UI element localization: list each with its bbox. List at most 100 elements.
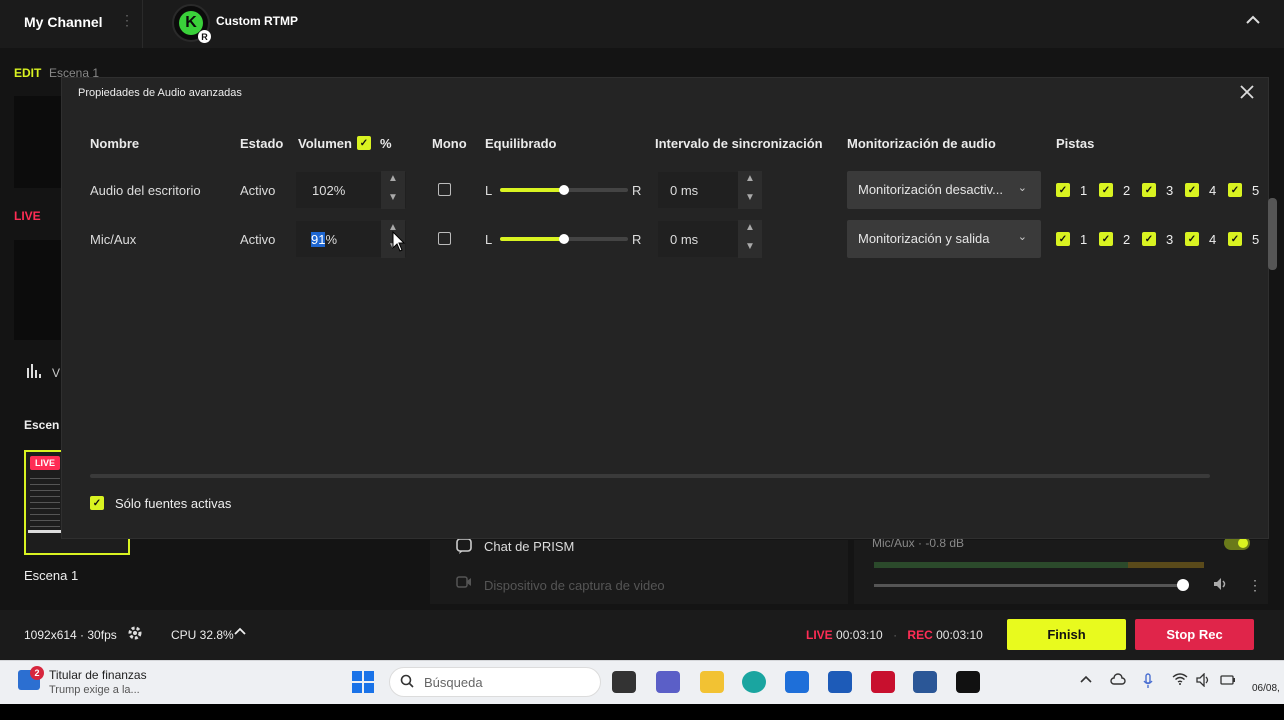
stream-timers: LIVE 00:03:10 · REC 00:03:10 [806,628,983,642]
terminal-app-icon[interactable] [612,671,636,693]
chevron-up-icon[interactable] [234,625,246,640]
spinner-down-icon[interactable]: ▼ [745,192,755,203]
track-label: 1 [1080,183,1088,198]
spinner-up-icon[interactable]: ▲ [745,173,755,184]
clock-date[interactable]: 06/08, [1252,683,1280,694]
header-balance: Equilibrado [485,136,557,151]
word-app-icon[interactable] [913,671,937,693]
track-checkbox[interactable]: ✓ [1142,183,1156,197]
track-checkbox[interactable]: ✓ [1142,232,1156,246]
track-checkbox[interactable]: ✓ [1185,183,1199,197]
finish-button[interactable]: Finish [1007,619,1126,650]
volume-value[interactable]: 102% [312,183,345,198]
dialog-title: Propiedades de Audio avanzadas [78,87,242,99]
track-checkbox[interactable]: ✓ [1228,183,1242,197]
linkedin-app-icon[interactable] [828,671,852,693]
balance-fill [500,237,564,241]
header-volume: Volumen [298,136,352,151]
mono-checkbox[interactable] [438,183,451,196]
track-checkbox[interactable]: ✓ [1056,232,1070,246]
sync-value[interactable]: 0 ms [670,232,698,247]
volume-spinner[interactable]: ▲ ▼ [381,171,405,209]
balance-track[interactable] [564,188,628,192]
balance-knob[interactable] [559,185,569,195]
volume-icon[interactable] [1196,672,1212,690]
balance-right-label: R [632,232,642,247]
monitoring-dropdown[interactable]: Monitorización desactiv... ⌄ [847,171,1041,209]
rec-timer-label: REC [907,628,933,642]
track-label: 1 [1080,232,1088,247]
track-checkbox[interactable]: ✓ [1056,183,1070,197]
camera-icon [456,576,472,591]
row-name: Audio del escritorio [90,183,201,198]
screen-bottom-edge [0,704,1284,720]
monitoring-dropdown[interactable]: Monitorización y salida ⌄ [847,220,1041,258]
mixer-mic-label: Mic/Aux · -0.8 dB [872,536,965,550]
spinner-down-icon[interactable]: ▼ [388,192,398,203]
audio-bars-icon[interactable] [26,364,42,381]
sync-spinner[interactable]: ▲ ▼ [738,171,762,209]
channel-menu-icon[interactable]: ⋮ [120,12,134,29]
track-label: 4 [1209,183,1217,198]
track-checkbox[interactable]: ✓ [1099,183,1113,197]
balance-knob[interactable] [559,234,569,244]
close-icon[interactable] [1240,83,1254,104]
sync-spinner[interactable]: ▲ ▼ [738,220,762,258]
microphone-icon[interactable] [1142,673,1154,692]
balance-track[interactable] [564,237,628,241]
selected-text[interactable]: 91 [311,232,326,247]
spinner-down-icon[interactable]: ▼ [745,241,755,252]
cloud-icon[interactable] [1110,673,1126,688]
track-checkbox[interactable]: ✓ [1099,232,1113,246]
teams-app-icon[interactable] [656,671,680,693]
platform-label: Custom RTMP [216,14,298,28]
collapse-chevron-icon[interactable] [1246,12,1260,28]
track-checkbox[interactable]: ✓ [1185,232,1199,246]
stop-rec-button[interactable]: Stop Rec [1135,619,1254,650]
only-active-label: Sólo fuentes activas [115,496,232,511]
balance-fill [500,188,564,192]
news-title[interactable]: Titular de finanzas [49,668,147,682]
edge-browser-icon[interactable] [742,671,766,693]
mixer-volume-knob[interactable] [1177,579,1189,591]
search-placeholder: Búsqueda [424,675,483,690]
vertical-scrollbar[interactable] [1268,198,1277,270]
source-chat-label[interactable]: Chat de PRISM [484,539,574,554]
only-active-checkbox[interactable]: ✓ [90,496,104,510]
source-camera-label[interactable]: Dispositivo de captura de video [484,578,665,593]
store-app-icon[interactable] [785,671,809,693]
taskbar-search-input[interactable] [389,667,601,697]
horizontal-scrollbar[interactable] [90,474,1210,478]
live-timer-label: LIVE [806,628,833,642]
mcafee-app-icon[interactable] [871,671,895,693]
speaker-icon[interactable] [1213,577,1229,594]
tray-chevron-icon[interactable] [1080,673,1092,688]
volume-value[interactable]: 91% [311,232,337,247]
mixer-volume-track[interactable] [874,584,1184,587]
gear-icon[interactable] [127,625,143,645]
monitoring-value: Monitorización y salida [858,231,990,246]
monitoring-value: Monitorización desactiv... [858,182,1003,197]
track-checkbox[interactable]: ✓ [1228,232,1242,246]
battery-icon[interactable] [1220,673,1236,690]
windows-start-icon[interactable] [352,671,374,693]
spinner-up-icon[interactable]: ▲ [745,222,755,233]
spinner-up-icon[interactable]: ▲ [388,173,398,184]
scenes-heading: Escen [24,418,60,432]
row-state: Activo [240,183,276,198]
notification-badge: 2 [30,666,44,680]
cpu-usage: CPU 32.8% [171,628,234,642]
mixer-menu-icon[interactable]: ⋮ [1248,577,1262,594]
sync-value[interactable]: 0 ms [670,183,698,198]
wifi-icon[interactable] [1172,673,1188,688]
file-explorer-icon[interactable] [700,671,724,693]
prism-app-icon[interactable] [956,671,980,693]
mono-checkbox[interactable] [438,232,451,245]
scene-name: Escena 1 [24,568,79,583]
channel-title[interactable]: My Channel [24,14,103,30]
news-subtitle[interactable]: Trump exige a la... [49,684,140,696]
volume-percent-checkbox[interactable]: ✓ [357,136,371,150]
edit-label: EDIT [14,66,42,80]
row-state: Activo [240,232,276,247]
mic-toggle[interactable] [1224,536,1250,550]
